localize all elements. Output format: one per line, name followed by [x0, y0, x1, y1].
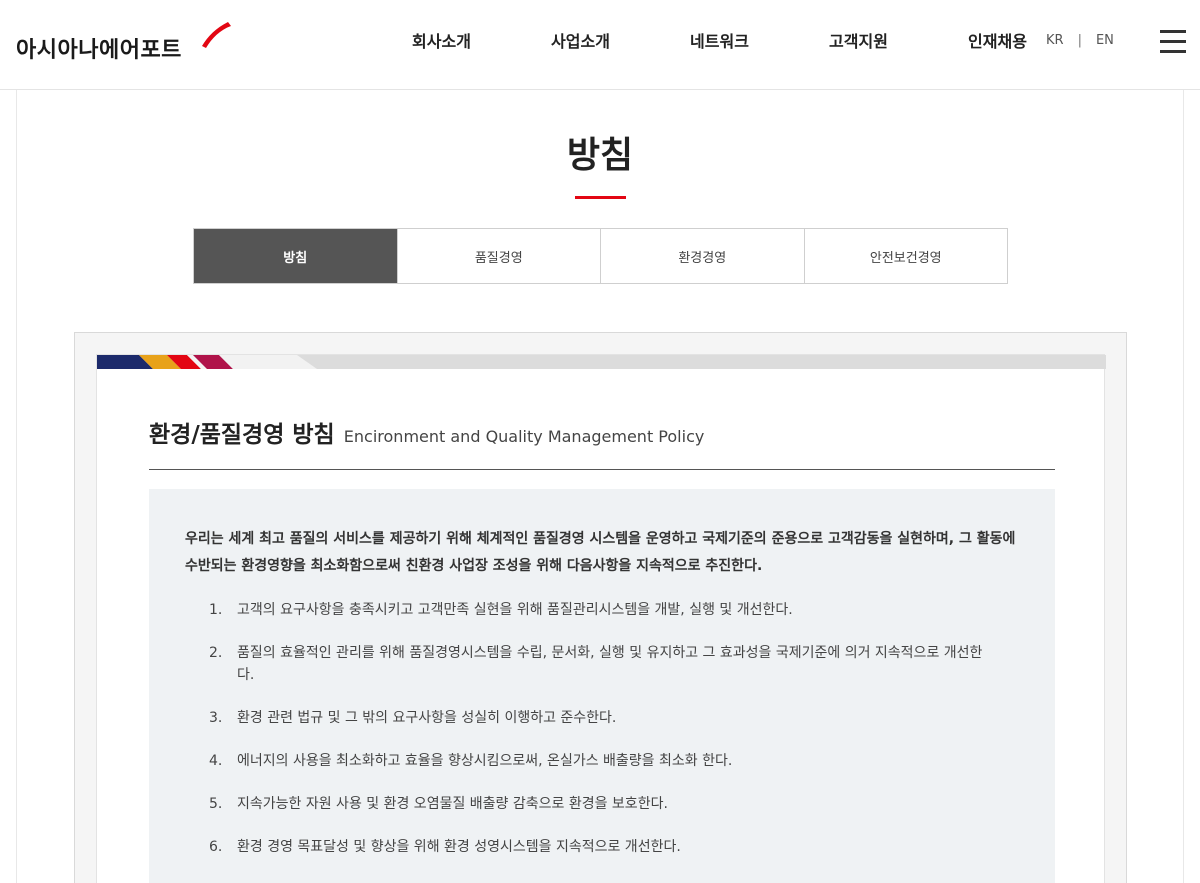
list-item: 2. 품질의 효율적인 관리를 위해 품질경영시스템을 수립, 문서화, 실행 …: [209, 642, 999, 686]
frame-right-line: [1183, 90, 1184, 883]
list-item-text: 고객의 요구사항을 충족시키고 고객만족 실현을 위해 품질관리시스템을 개발,…: [237, 602, 793, 618]
list-item-text: 에너지의 사용을 최소화하고 효율을 향상시킴으로써, 온실가스 배출량을 최소…: [237, 753, 733, 769]
page-title: 방침: [566, 135, 634, 176]
policy-list: 1. 고객의 요구사항을 충족시키고 고객만족 실현을 위해 품질관리시스템을 …: [209, 599, 999, 879]
site-header: 아시아나에어포트 회사소개 사업소개 네트워크 고객지원 인재채용 KR | E…: [0, 0, 1200, 90]
logo[interactable]: 아시아나에어포트: [16, 18, 231, 66]
nav-item-business[interactable]: 사업소개: [511, 30, 650, 54]
list-item-number: 1.: [209, 602, 223, 618]
list-item: 3. 환경 관련 법규 및 그 밖의 요구사항을 성실히 이행하고 준수한다.: [209, 707, 999, 729]
main-nav: 회사소개 사업소개 네트워크 고객지원 인재채용: [372, 30, 1067, 54]
list-item-text: 환경 관련 법규 및 그 밖의 요구사항을 성실히 이행하고 준수한다.: [237, 710, 617, 726]
lang-en-link[interactable]: EN: [1096, 33, 1114, 48]
policy-title-en: Encironment and Quality Management Polic…: [343, 427, 705, 446]
list-item: 1. 고객의 요구사항을 충족시키고 고객만족 실현을 위해 품질관리시스템을 …: [209, 599, 999, 621]
logo-text: 아시아나에어포트: [16, 38, 182, 63]
list-item-number: 5.: [209, 796, 223, 812]
tab-environment-management[interactable]: 환경경영: [601, 229, 805, 283]
list-item-text: 품질의 효율적인 관리를 위해 품질경영시스템을 수립, 문서화, 실행 및 유…: [237, 645, 983, 683]
nav-item-support[interactable]: 고객지원: [789, 30, 928, 54]
policy-title-ko: 환경/품질경영 방침: [149, 422, 335, 448]
policy-outer-box: 환경/품질경영 방침 Encironment and Quality Manag…: [74, 332, 1127, 883]
list-item-number: 3.: [209, 710, 223, 726]
language-switcher: KR | EN: [1046, 33, 1114, 48]
policy-card: 환경/품질경영 방침 Encironment and Quality Manag…: [96, 354, 1106, 883]
tab-quality-management[interactable]: 품질경영: [397, 229, 601, 283]
sub-tabs: 방침 품질경영 환경경영 안전보건경영: [193, 228, 1008, 284]
list-item-number: 2.: [209, 645, 223, 661]
frame-left-line: [16, 90, 17, 883]
list-item-number: 4.: [209, 753, 223, 769]
policy-panel: 우리는 세계 최고 품질의 서비스를 제공하기 위해 체계적인 품질경영 시스템…: [149, 489, 1055, 883]
policy-heading: 환경/품질경영 방침 Encironment and Quality Manag…: [149, 415, 704, 449]
list-item-text: 지속가능한 자원 사용 및 환경 오염물질 배출량 감축으로 환경을 보호한다.: [237, 796, 668, 812]
title-underline: [575, 196, 626, 199]
tab-policy[interactable]: 방침: [194, 229, 398, 283]
lang-separator: |: [1077, 33, 1082, 48]
decorative-stripe: [97, 355, 1106, 369]
logo-swoosh-icon: [202, 22, 231, 48]
list-item-number: 6.: [209, 839, 223, 855]
nav-item-network[interactable]: 네트워크: [650, 30, 789, 54]
list-item-text: 환경 경영 목표달성 및 향상을 위해 환경 성영시스템을 지속적으로 개선한다…: [237, 839, 681, 855]
tab-safety-health-management[interactable]: 안전보건경영: [804, 229, 1007, 283]
list-item: 4. 에너지의 사용을 최소화하고 효율을 향상시킴으로써, 온실가스 배출량을…: [209, 750, 999, 772]
heading-divider: [149, 469, 1055, 470]
hamburger-menu-icon[interactable]: [1160, 30, 1186, 54]
list-item: 6. 환경 경영 목표달성 및 향상을 위해 환경 성영시스템을 지속적으로 개…: [209, 836, 999, 858]
list-item: 5. 지속가능한 자원 사용 및 환경 오염물질 배출량 감축으로 환경을 보호…: [209, 793, 999, 815]
lang-kr-link[interactable]: KR: [1046, 33, 1064, 48]
nav-item-company[interactable]: 회사소개: [372, 30, 511, 54]
policy-intro: 우리는 세계 최고 품질의 서비스를 제공하기 위해 체계적인 품질경영 시스템…: [185, 531, 1016, 574]
